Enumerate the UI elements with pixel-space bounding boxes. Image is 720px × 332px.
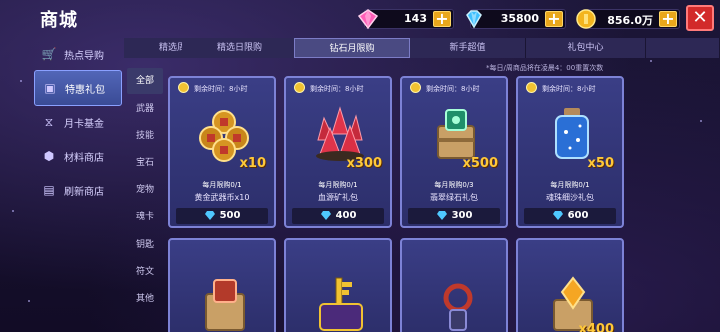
tab-daily-select[interactable]: 精选日限购 bbox=[182, 38, 298, 58]
gold-weapon-coin-icon bbox=[199, 110, 249, 162]
tab-gift-center[interactable]: 礼包中心 bbox=[526, 38, 646, 58]
product-card[interactable] bbox=[284, 238, 392, 332]
sidebar-item-monthly-fund[interactable]: ⧖ 月卡基金 bbox=[34, 108, 122, 136]
red-gem-pack-icon bbox=[205, 279, 245, 331]
item-name: 黄金武器币x10 bbox=[194, 193, 250, 202]
purchase-limit: 每月限购0/1 bbox=[202, 181, 242, 189]
cart-icon: 🛒 bbox=[41, 47, 57, 61]
sidebar-item-label: 月卡基金 bbox=[64, 118, 104, 130]
buy-button[interactable]: 500 bbox=[176, 208, 268, 224]
product-card[interactable] bbox=[168, 238, 276, 332]
category-soul-card[interactable]: 魂卡 bbox=[127, 204, 163, 230]
blood-crystal-icon bbox=[316, 106, 364, 161]
reset-notice: *每日/周商品将在凌晨4：00重置次数 bbox=[486, 64, 604, 72]
product-card[interactable]: 剩余时间：8小时 x50 每月限购0/1 魂珠细沙礼包 600 bbox=[516, 76, 624, 228]
product-card[interactable]: 剩余时间：8小时 x300 每月限购0/1 血源矿礼包 400 bbox=[284, 76, 392, 228]
category-pet[interactable]: 宠物 bbox=[127, 177, 163, 203]
currency-diamond: 35800 + bbox=[466, 9, 566, 29]
diamond-icon bbox=[436, 210, 447, 220]
page-title: 商城 bbox=[40, 10, 78, 31]
product-card[interactable] bbox=[400, 238, 508, 332]
price-value: 300 bbox=[451, 210, 473, 221]
materials-icon: ⬢ bbox=[43, 149, 55, 163]
purchase-limit: 每月限购0/1 bbox=[318, 181, 358, 189]
sidebar-item-label: 热点导购 bbox=[64, 50, 104, 62]
buy-button[interactable]: 400 bbox=[292, 208, 384, 224]
sidebar-item-special-packs[interactable]: ▣ 特惠礼包 bbox=[34, 70, 122, 106]
currency-gold: 856.0万 + bbox=[576, 9, 680, 29]
pink-gem-value: 143 bbox=[404, 12, 427, 25]
item-name: 血源矿礼包 bbox=[318, 193, 358, 202]
add-pink-gem-button[interactable]: + bbox=[433, 11, 451, 27]
remaining-time: 剩余时间：8小时 bbox=[426, 85, 480, 93]
add-diamond-button[interactable]: + bbox=[545, 11, 563, 27]
tab-bar-filler bbox=[646, 38, 720, 58]
sidebar-item-hot-guide[interactable]: 🛒 热点导购 bbox=[34, 40, 122, 68]
product-card[interactable]: 剩余时间：8小时 x500 每月限购0/3 翡翠绿石礼包 300 bbox=[400, 76, 508, 228]
item-multiplier: x50 bbox=[587, 156, 614, 171]
category-weapon[interactable]: 武器 bbox=[127, 96, 163, 122]
soul-sand-jar-icon bbox=[555, 108, 589, 159]
remaining-time: 剩余时间：8小时 bbox=[194, 85, 248, 93]
category-key[interactable]: 钥匙 bbox=[127, 232, 163, 258]
emerald-pack-icon bbox=[437, 109, 475, 159]
golden-key-icon bbox=[319, 277, 363, 331]
category-other[interactable]: 其他 bbox=[127, 286, 163, 312]
item-name: 魂珠细沙礼包 bbox=[546, 193, 594, 202]
remaining-time: 剩余时间：8小时 bbox=[542, 85, 596, 93]
sidebar-item-refresh-shop[interactable]: ▤ 刷新商店 bbox=[34, 176, 122, 204]
diamond-icon bbox=[320, 210, 331, 220]
item-multiplier: x400 bbox=[578, 322, 614, 332]
tab-bar: 精选周限购 精选日限购 钻石月限购 新手超值 礼包中心 bbox=[124, 38, 720, 58]
item-multiplier: x300 bbox=[346, 156, 382, 171]
refresh-shop-icon: ▤ bbox=[43, 183, 55, 197]
sidebar-item-material-shop[interactable]: ⬢ 材料商店 bbox=[34, 142, 122, 170]
gift-icon: ▣ bbox=[44, 81, 56, 95]
pink-gem-icon bbox=[357, 9, 379, 30]
gold-coin-icon bbox=[576, 9, 596, 29]
price-value: 600 bbox=[567, 210, 589, 221]
product-card[interactable]: 剩余时间：8小时 x10 每月限购0/1 黄金武器币x10 500 bbox=[168, 76, 276, 228]
category-rune[interactable]: 符文 bbox=[127, 259, 163, 285]
diamond-icon bbox=[552, 210, 563, 220]
buy-button[interactable]: 600 bbox=[524, 208, 616, 224]
clock-icon bbox=[410, 82, 421, 93]
sidebar-item-label: 材料商店 bbox=[64, 152, 104, 164]
buy-button[interactable]: 300 bbox=[408, 208, 500, 224]
price-value: 400 bbox=[335, 210, 357, 221]
diamond-icon bbox=[204, 210, 215, 220]
rune-icon bbox=[443, 283, 473, 331]
product-card[interactable]: x400 bbox=[516, 238, 624, 332]
close-button[interactable]: ✕ bbox=[686, 5, 714, 31]
sidebar-item-label: 刷新商店 bbox=[64, 186, 104, 198]
diamond-value: 35800 bbox=[500, 12, 539, 25]
category-skill[interactable]: 技能 bbox=[127, 123, 163, 149]
blue-diamond-icon bbox=[466, 10, 482, 29]
item-name: 翡翠绿石礼包 bbox=[430, 193, 478, 202]
remaining-time: 剩余时间：8小时 bbox=[310, 85, 364, 93]
clock-icon bbox=[294, 82, 305, 93]
currency-pink-gem: 143 + bbox=[357, 9, 454, 30]
clock-icon bbox=[178, 82, 189, 93]
category-all[interactable]: 全部 bbox=[127, 68, 163, 94]
tab-diamond-monthly[interactable]: 钻石月限购 bbox=[294, 38, 410, 58]
clock-icon bbox=[526, 82, 537, 93]
purchase-limit: 每月限购0/1 bbox=[550, 181, 590, 189]
add-gold-button[interactable]: + bbox=[659, 11, 677, 27]
category-gem[interactable]: 宝石 bbox=[127, 150, 163, 176]
tab-newbie-value[interactable]: 新手超值 bbox=[410, 38, 526, 58]
purchase-limit: 每月限购0/3 bbox=[434, 181, 474, 189]
item-multiplier: x500 bbox=[462, 156, 498, 171]
gold-value: 856.0万 bbox=[607, 14, 653, 27]
hourglass-icon: ⧖ bbox=[44, 114, 54, 129]
item-multiplier: x10 bbox=[239, 156, 266, 171]
sidebar-item-label: 特惠礼包 bbox=[65, 84, 105, 96]
header-bar: 商城 143 + 35800 + 856.0万 + ✕ bbox=[0, 0, 720, 36]
price-value: 500 bbox=[219, 210, 241, 221]
